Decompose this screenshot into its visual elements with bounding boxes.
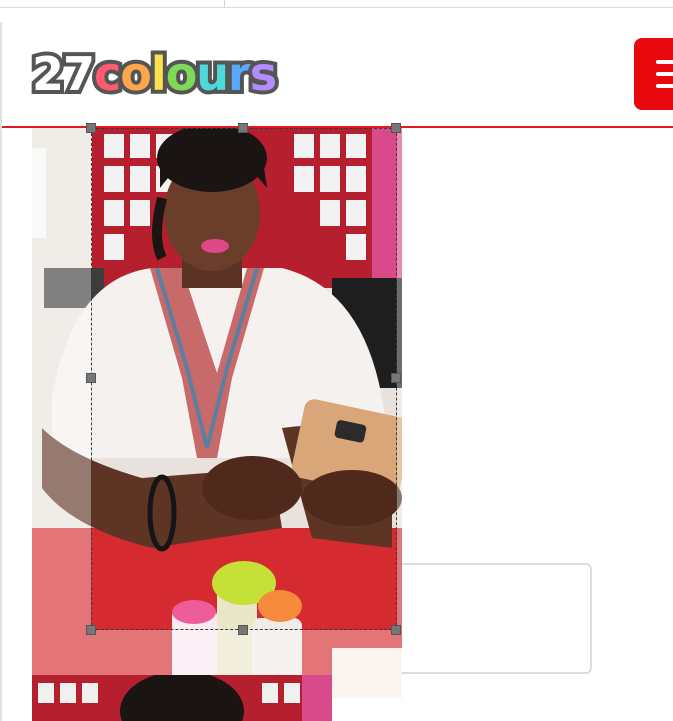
crop-handle-bottom[interactable]	[238, 625, 248, 635]
menu-button[interactable]	[634, 38, 673, 110]
crop-handle-right[interactable]	[391, 373, 401, 383]
logo-letter: l	[147, 43, 171, 105]
hamburger-icon-bar	[656, 72, 673, 76]
logo-letter: r	[224, 43, 255, 105]
logo-letter: o	[116, 43, 155, 105]
crop-handle-top[interactable]	[238, 123, 248, 133]
crop-dim-left	[32, 128, 91, 698]
hamburger-icon-bar	[656, 84, 673, 88]
logo-letter: o	[162, 43, 201, 105]
tab-separator	[224, 0, 225, 8]
crop-handle-top-right[interactable]	[391, 123, 401, 133]
logo-letter: s	[246, 43, 282, 105]
site-logo[interactable]: 27colours	[28, 42, 282, 106]
logo-text: 27colours	[28, 43, 282, 105]
logo-letter: c	[90, 43, 125, 105]
crop-handle-top-left[interactable]	[86, 123, 96, 133]
crop-selection-box[interactable]	[91, 128, 397, 630]
logo-number: 27	[28, 43, 99, 105]
site-header: 27colours	[2, 22, 673, 128]
hamburger-icon	[656, 60, 673, 64]
page: 27colours	[0, 0, 673, 721]
crop-handle-left[interactable]	[86, 373, 96, 383]
browser-top-strip	[0, 0, 673, 8]
photo-thumbnail[interactable]	[32, 675, 332, 721]
logo-letter: u	[192, 43, 233, 105]
crop-dim-right	[397, 128, 402, 698]
crop-handle-bottom-right[interactable]	[391, 625, 401, 635]
crop-handle-bottom-left[interactable]	[86, 625, 96, 635]
logo-letters: colours	[90, 43, 282, 105]
photo-thumbnail-illustration	[32, 675, 332, 721]
